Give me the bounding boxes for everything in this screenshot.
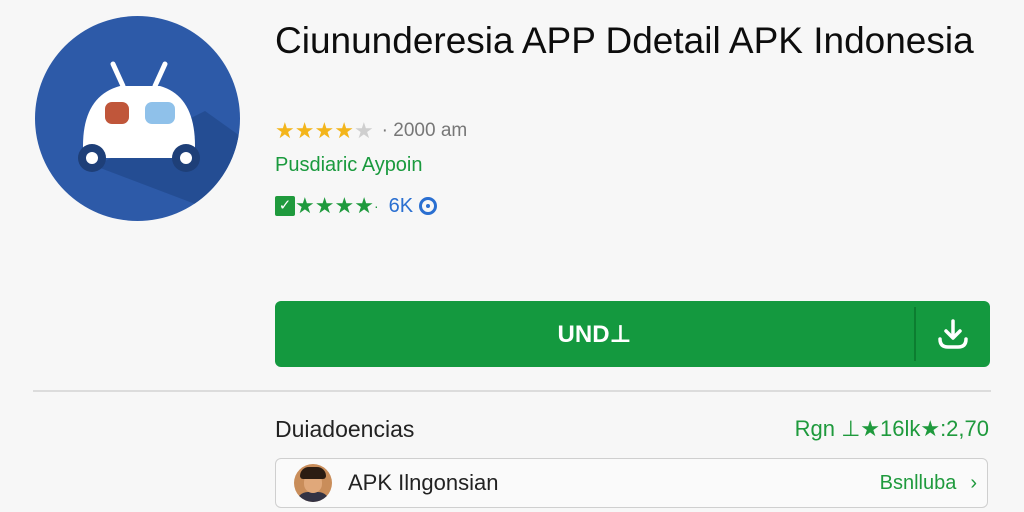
chevron-right-icon[interactable]: › xyxy=(970,472,977,495)
app-detail-page: Ciununderesia APP Ddetail APK Indonesia … xyxy=(0,0,1024,512)
divider xyxy=(33,390,991,392)
download-button[interactable]: UND⊥ xyxy=(275,301,990,367)
developer-row-link[interactable]: Bsnlluba xyxy=(880,472,957,495)
app-title: Ciununderesia APP Ddetail APK Indonesia xyxy=(275,20,974,61)
developer-name: APK Ilngonsian xyxy=(348,470,499,495)
rating-count: · 2000 am xyxy=(381,120,468,141)
verified-badge-icon xyxy=(419,197,438,215)
verified-row: ✓ ★ ★ ★ ★ · 6K xyxy=(275,193,438,218)
star-icon: ★ xyxy=(334,118,354,143)
star-icon: ★ xyxy=(314,193,335,218)
star-icon: ★ xyxy=(334,193,355,218)
avatar xyxy=(294,464,332,502)
developer-row[interactable]: APK Ilngonsian Bsnlluba › xyxy=(275,458,988,508)
app-icon[interactable] xyxy=(35,16,240,221)
section-label: Duiadoencias xyxy=(275,416,415,442)
star-icon: ★ xyxy=(314,118,335,143)
download-icon-button[interactable] xyxy=(916,301,990,367)
section-stats: Rgn ⊥★16lk★:2,70 xyxy=(794,416,989,441)
car-icon xyxy=(78,61,240,221)
developer-link[interactable]: Pusdiaric Aypoin xyxy=(275,154,423,177)
rating-row: ★ ★ ★ ★ ★ · 2000 am xyxy=(275,118,467,144)
star-empty-icon: ★ xyxy=(353,118,374,143)
star-icon: ★ xyxy=(354,193,374,218)
verified-count: 6K xyxy=(388,194,414,217)
star-icon: ★ xyxy=(275,118,295,143)
star-icon: ★ xyxy=(295,193,315,218)
star-icon: · xyxy=(373,198,379,214)
download-icon xyxy=(938,319,968,349)
download-label[interactable]: UND⊥ xyxy=(275,301,914,367)
star-icon: ★ xyxy=(294,118,315,143)
check-icon: ✓ xyxy=(275,196,295,216)
